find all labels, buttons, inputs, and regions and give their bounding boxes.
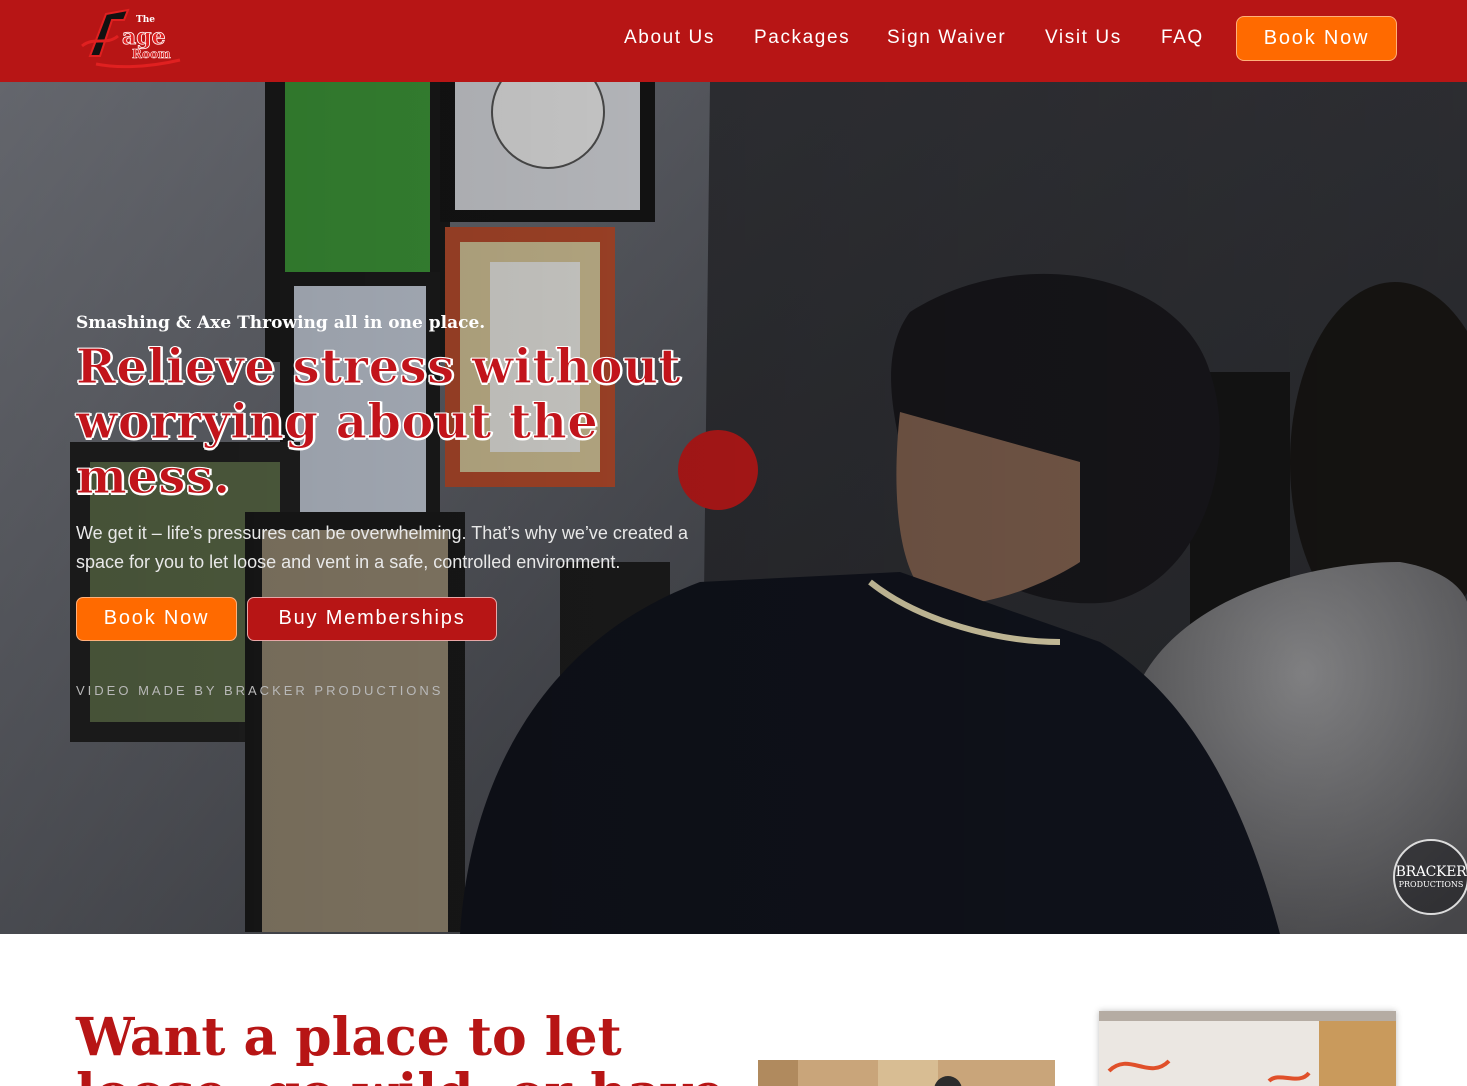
site-header: The age Room About Us Packages Sign Waiv… — [0, 0, 1467, 82]
video-credit: VIDEO MADE BY BRACKER PRODUCTIONS — [76, 683, 444, 698]
hero-buttons: Book Now Buy Memberships — [76, 597, 716, 641]
nav-about-us[interactable]: About Us — [624, 25, 715, 51]
nav-book-now-button[interactable]: Book Now — [1236, 16, 1397, 61]
watermark-name: BRACKER — [1395, 864, 1467, 880]
nav-packages[interactable]: Packages — [754, 25, 850, 51]
hero-section: Smashing & Axe Throwing all in one place… — [0, 82, 1467, 934]
hero-tagline: Smashing & Axe Throwing all in one place… — [76, 313, 486, 333]
hero-content: Smashing & Axe Throwing all in one place… — [76, 310, 716, 698]
intro-title-line-2: loose, go wild, or have — [76, 1066, 736, 1086]
hero-headline: Relieve stress without worrying about th… — [76, 339, 716, 505]
book-now-button[interactable]: Book Now — [76, 597, 237, 641]
headline-line-2: worrying about the — [76, 394, 599, 450]
nav-sign-waiver[interactable]: Sign Waiver — [887, 25, 1006, 51]
bracker-productions-watermark: BRACKER PRODUCTIONS — [1393, 839, 1467, 915]
headline-line-1: Relieve stress without — [76, 339, 682, 395]
headline-line-3: mess. — [76, 449, 231, 505]
nav-faq[interactable]: FAQ — [1161, 25, 1204, 51]
intro-title: Want a place to let loose, go wild, or h… — [76, 1010, 736, 1086]
main-nav: About Us Packages Sign Waiver Visit Us F… — [0, 0, 1467, 82]
intro-title-line-1: Want a place to let — [76, 1007, 622, 1068]
nav-visit-us[interactable]: Visit Us — [1045, 25, 1122, 51]
buy-memberships-button[interactable]: Buy Memberships — [247, 597, 497, 641]
hero-description: We get it – life’s pressures can be over… — [76, 523, 688, 572]
axe-throwing-photo — [758, 1060, 1055, 1086]
watermark-sub: PRODUCTIONS — [1398, 880, 1464, 889]
smash-room-photo — [1099, 1011, 1396, 1086]
